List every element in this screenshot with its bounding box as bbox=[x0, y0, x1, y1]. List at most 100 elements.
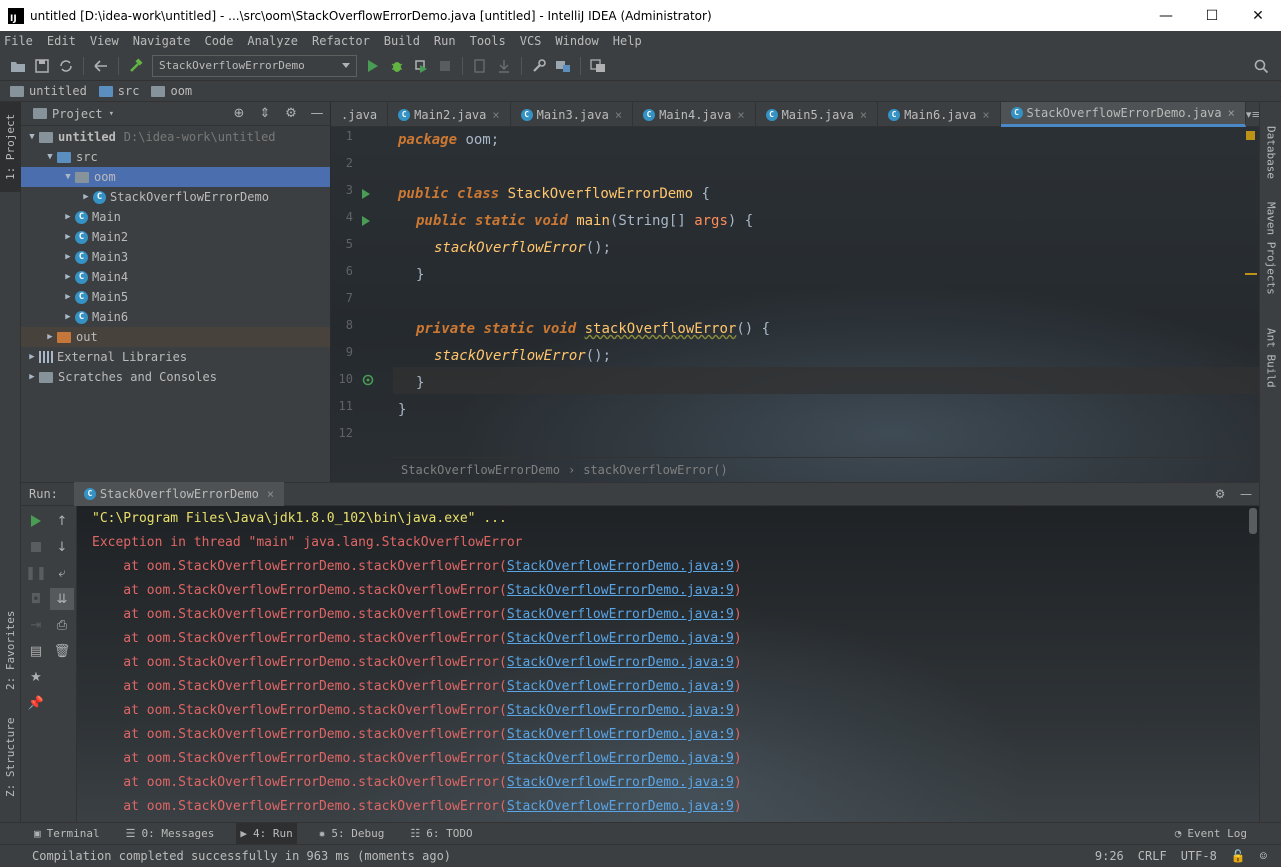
trash-icon[interactable]: 🗑 bbox=[50, 640, 74, 662]
exit-icon[interactable]: ⇥ bbox=[24, 614, 48, 636]
menu-navigate[interactable]: Navigate bbox=[133, 34, 191, 48]
stack-frame-link[interactable]: StackOverflowErrorDemo.java:9 bbox=[507, 775, 734, 790]
stack-frame-link[interactable]: StackOverflowErrorDemo.java:9 bbox=[507, 751, 734, 766]
update-running-icon[interactable] bbox=[468, 54, 492, 78]
stack-frame-link[interactable]: StackOverflowErrorDemo.java:9 bbox=[507, 631, 734, 646]
stack-frame-link[interactable]: StackOverflowErrorDemo.java:9 bbox=[507, 799, 734, 814]
stack-frame-link[interactable]: StackOverflowErrorDemo.java:9 bbox=[507, 559, 734, 574]
caret-position[interactable]: 9:26 bbox=[1095, 849, 1124, 863]
gear-icon[interactable]: ⚙ bbox=[278, 106, 304, 121]
menu-view[interactable]: View bbox=[90, 34, 119, 48]
menu-file[interactable]: File bbox=[4, 34, 33, 48]
menu-vcs[interactable]: VCS bbox=[520, 34, 542, 48]
terminal-tool-button[interactable]: ▣ Terminal bbox=[30, 823, 104, 845]
star-icon[interactable]: ★ bbox=[24, 666, 48, 688]
event-log-button[interactable]: ◔ Event Log bbox=[1171, 823, 1251, 845]
search-everywhere-icon[interactable] bbox=[1249, 54, 1273, 78]
up-arrow-icon[interactable]: ↑ bbox=[50, 510, 74, 532]
tab-database-tool[interactable]: Database bbox=[1260, 126, 1281, 188]
tree-item-main4[interactable]: ▶ C Main4 bbox=[21, 267, 330, 287]
tab-main2[interactable]: C Main2.java × bbox=[388, 102, 511, 127]
tab-main4[interactable]: C Main4.java × bbox=[633, 102, 756, 127]
menu-code[interactable]: Code bbox=[205, 34, 234, 48]
save-icon[interactable] bbox=[30, 54, 54, 78]
run-tab[interactable]: C StackOverflowErrorDemo × bbox=[73, 482, 285, 506]
tasks-icon[interactable] bbox=[586, 54, 610, 78]
menu-help[interactable]: Help bbox=[613, 34, 642, 48]
download-icon[interactable] bbox=[492, 54, 516, 78]
breadcrumb-src[interactable]: src bbox=[98, 84, 139, 98]
warning-marker[interactable] bbox=[1245, 273, 1257, 275]
menu-build[interactable]: Build bbox=[384, 34, 420, 48]
stack-frame-link[interactable]: StackOverflowErrorDemo.java:9 bbox=[507, 703, 734, 718]
close-icon[interactable]: × bbox=[982, 108, 989, 122]
collapse-all-icon[interactable]: ⇕ bbox=[252, 106, 278, 121]
menu-run[interactable]: Run bbox=[434, 34, 456, 48]
pin-icon[interactable]: 📌 bbox=[24, 692, 48, 714]
soft-wrap-icon[interactable]: ⤶ bbox=[50, 562, 74, 584]
close-icon[interactable]: × bbox=[267, 487, 274, 501]
layout-icon[interactable]: ▤ bbox=[24, 640, 48, 662]
breadcrumb-project[interactable]: untitled bbox=[10, 84, 87, 98]
menu-tools[interactable]: Tools bbox=[470, 34, 506, 48]
tab-stackoverflowerrordemo[interactable]: C StackOverflowErrorDemo.java × bbox=[1000, 102, 1246, 127]
tree-item-main[interactable]: ▶ C Main bbox=[21, 207, 330, 227]
console-scrollbar[interactable] bbox=[1249, 508, 1257, 534]
menu-refactor[interactable]: Refactor bbox=[312, 34, 370, 48]
debug-bug-icon[interactable] bbox=[385, 54, 409, 78]
hide-panel-icon[interactable]: — bbox=[304, 106, 330, 121]
tab-main6[interactable]: C Main6.java × bbox=[878, 102, 1001, 127]
tab-structure-tool[interactable]: Z: Structure bbox=[0, 712, 21, 802]
close-icon[interactable]: × bbox=[615, 108, 622, 122]
close-icon[interactable]: × bbox=[1228, 106, 1235, 120]
dump-threads-icon[interactable]: ◘ bbox=[24, 588, 48, 610]
tree-item-scratches[interactable]: ▶ Scratches and Consoles bbox=[21, 367, 330, 387]
pause-icon[interactable]: ❚❚ bbox=[24, 562, 48, 584]
messages-tool-button[interactable]: ☰ 0: Messages bbox=[122, 823, 219, 845]
tree-item-stackoverflowerrordemo[interactable]: ▶ C StackOverflowErrorDemo bbox=[21, 187, 330, 207]
scroll-to-end-icon[interactable]: ⇊ bbox=[50, 588, 74, 610]
tree-item-main3[interactable]: ▶ C Main3 bbox=[21, 247, 330, 267]
stack-frame-link[interactable]: StackOverflowErrorDemo.java:9 bbox=[507, 679, 734, 694]
tab-main3[interactable]: C Main3.java × bbox=[511, 102, 634, 127]
settings-wrench-icon[interactable] bbox=[527, 54, 551, 78]
tab-ant-tool[interactable]: Ant Build bbox=[1260, 328, 1281, 408]
encoding-selector[interactable]: UTF-8 bbox=[1181, 849, 1217, 863]
build-hammer-icon[interactable] bbox=[124, 54, 148, 78]
code-area[interactable]: package oom; public class StackOverflowE… bbox=[393, 127, 1259, 457]
locate-target-icon[interactable]: ⊕ bbox=[226, 106, 252, 121]
stack-frame-link[interactable]: StackOverflowErrorDemo.java:9 bbox=[507, 727, 734, 742]
minimize-button[interactable]: — bbox=[1143, 0, 1189, 31]
breadcrumb-class[interactable]: StackOverflowErrorDemo bbox=[401, 463, 560, 477]
tree-item-out[interactable]: ▶ out bbox=[21, 327, 330, 347]
debug-tool-button[interactable]: ✹ 5: Debug bbox=[315, 823, 389, 845]
tabs-list-menu[interactable]: ▾≡₁ bbox=[1246, 102, 1259, 126]
hector-icon[interactable]: ☺ bbox=[1260, 849, 1267, 863]
maximize-button[interactable]: ☐ bbox=[1189, 0, 1235, 31]
open-folder-icon[interactable] bbox=[6, 54, 30, 78]
tree-item-external-libraries[interactable]: ▶ External Libraries bbox=[21, 347, 330, 367]
tree-item-main5[interactable]: ▶ C Main5 bbox=[21, 287, 330, 307]
close-button[interactable]: ✕ bbox=[1235, 0, 1281, 31]
tab-project-tool[interactable]: 1: Project bbox=[0, 102, 21, 192]
project-structure-icon[interactable] bbox=[551, 54, 575, 78]
breadcrumb-package[interactable]: oom bbox=[151, 84, 192, 98]
lock-icon[interactable]: 🔓 bbox=[1231, 849, 1246, 863]
warning-indicator-icon[interactable] bbox=[1246, 131, 1255, 140]
tree-item-main6[interactable]: ▶ C Main6 bbox=[21, 307, 330, 327]
tree-item-oom[interactable]: ▼ oom bbox=[21, 167, 330, 187]
console-output[interactable]: "C:\Program Files\Java\jdk1.8.0_102\bin\… bbox=[77, 506, 1259, 822]
stop-icon[interactable] bbox=[24, 536, 48, 558]
stack-frame-link[interactable]: StackOverflowErrorDemo.java:9 bbox=[507, 607, 734, 622]
line-separator-selector[interactable]: CRLF bbox=[1138, 849, 1167, 863]
run-gutter-icon[interactable] bbox=[362, 189, 370, 199]
run-gutter-icon[interactable] bbox=[362, 216, 370, 226]
tree-item-src[interactable]: ▼ src bbox=[21, 147, 330, 167]
hide-panel-icon[interactable]: — bbox=[1233, 487, 1259, 501]
close-icon[interactable]: × bbox=[860, 108, 867, 122]
menu-analyze[interactable]: Analyze bbox=[247, 34, 298, 48]
run-tool-button[interactable]: ▶ 4: Run bbox=[236, 822, 297, 845]
rerun-icon[interactable] bbox=[24, 510, 48, 532]
breadcrumb-method[interactable]: stackOverflowError() bbox=[583, 463, 728, 477]
stop-icon[interactable] bbox=[433, 54, 457, 78]
